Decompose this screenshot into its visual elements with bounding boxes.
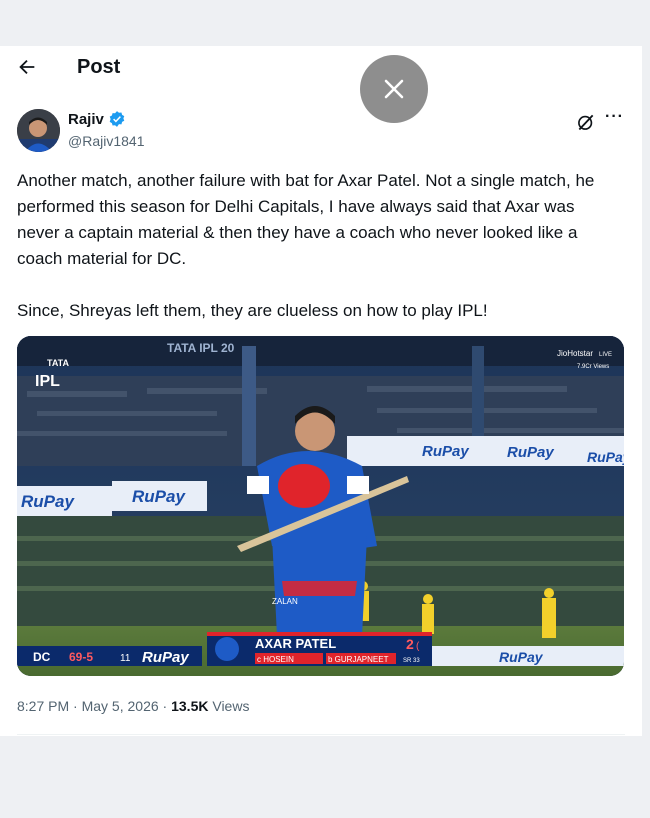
strike-rate: SR 33: [403, 658, 420, 664]
scorebar-sponsor-right: RuPay: [499, 649, 544, 665]
ad-rupay-3: RuPay: [422, 443, 469, 460]
cricket-scene: TATA IPL 20 RuPay RuPay RuPay RuPay RuPa…: [17, 336, 624, 676]
divider: [17, 734, 625, 735]
dismissal-bowled: b GURJAPNEET: [328, 655, 389, 664]
ad-rupay-5: RuPay: [587, 449, 624, 465]
views-count: 13.5K: [171, 698, 209, 714]
score-runs: 69-5: [69, 650, 93, 664]
back-button[interactable]: [16, 56, 42, 82]
post-meta: 8:27 PM · May 5, 2026 · 13.5K Views: [17, 698, 249, 714]
close-icon: [384, 79, 404, 99]
ipl-logo-top: TATA: [47, 358, 69, 368]
author-name[interactable]: Rajiv: [68, 111, 104, 128]
more-options-icon[interactable]: ···: [605, 108, 624, 126]
watermark-brand: JioHotstar: [557, 349, 593, 358]
post-time[interactable]: 8:27 PM: [17, 698, 69, 714]
post-paragraph-1: Another match, another failure with bat …: [17, 171, 595, 268]
arrow-left-icon: [19, 59, 35, 75]
ad-rupay-4: RuPay: [507, 444, 554, 461]
ipl-logo-bottom: IPL: [35, 373, 60, 390]
author-handle[interactable]: @Rajiv1841: [68, 133, 144, 149]
ad-rupay-1: RuPay: [21, 492, 75, 511]
post-text: Another match, another failure with bat …: [17, 168, 617, 324]
post-card: Post Rajiv @Rajiv1841 ··· Another match,…: [0, 46, 642, 736]
watermark-live: LIVE: [599, 352, 612, 358]
ad-rupay-2: RuPay: [132, 487, 186, 506]
post-paragraph-2: Since, Shreyas left them, they are cluel…: [17, 301, 488, 320]
post-image[interactable]: TATA IPL 20 RuPay RuPay RuPay RuPay RuPa…: [17, 336, 624, 676]
meta-separator: ·: [162, 698, 172, 714]
verified-badge-icon: [109, 111, 125, 127]
score-team: DC: [33, 650, 51, 664]
scorebar-sponsor: RuPay: [142, 649, 189, 666]
jersey-sponsor: ZALAN: [272, 597, 298, 606]
post-header: Post: [0, 46, 642, 92]
watermark-views: 7.9Cr Views: [577, 364, 609, 370]
score-overs: 11: [120, 653, 131, 664]
dismissal-caught: c HOSEIN: [257, 655, 294, 664]
batter-runs: 2: [406, 636, 414, 652]
grok-icon[interactable]: [576, 112, 596, 132]
banner-text: TATA IPL 20: [167, 341, 235, 355]
player-name: AXAR PATEL: [255, 636, 336, 651]
close-button[interactable]: [360, 55, 428, 123]
avatar[interactable]: [17, 109, 60, 152]
author-name-row: Rajiv: [68, 110, 126, 128]
views-label: Views: [212, 698, 250, 714]
avatar-photo: [17, 109, 60, 152]
meta-separator: ·: [73, 698, 82, 714]
page-title: Post: [77, 56, 121, 78]
post-date[interactable]: May 5, 2026: [82, 698, 159, 714]
